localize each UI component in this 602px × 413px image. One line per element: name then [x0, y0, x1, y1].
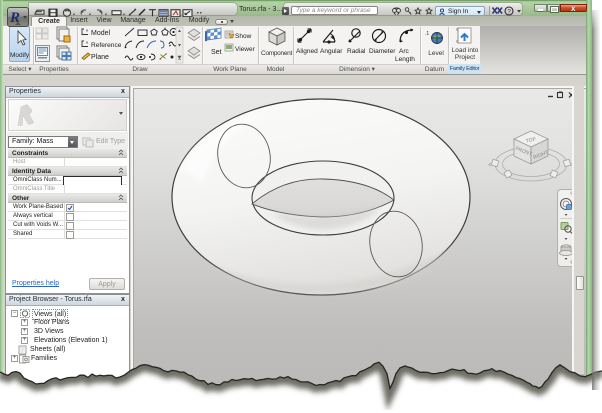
svg-text:Viewer: Viewer: [235, 46, 256, 53]
svg-text:Set: Set: [211, 49, 222, 56]
svg-text:Diameter: Diameter: [369, 48, 396, 55]
svg-text:Model: Model: [91, 30, 111, 37]
svg-text:Arc: Arc: [399, 48, 410, 55]
svg-text:Length: Length: [395, 56, 415, 63]
svg-text:Aligned: Aligned: [296, 48, 318, 55]
svg-text:Radial: Radial: [347, 48, 366, 55]
svg-text:Angular: Angular: [320, 48, 343, 55]
svg-text:Reference: Reference: [91, 42, 122, 49]
svg-text:Plane: Plane: [91, 54, 109, 61]
svg-text:.1: .1: [425, 31, 429, 37]
svg-text:?: ?: [507, 8, 511, 15]
svg-text:Show: Show: [235, 33, 252, 40]
